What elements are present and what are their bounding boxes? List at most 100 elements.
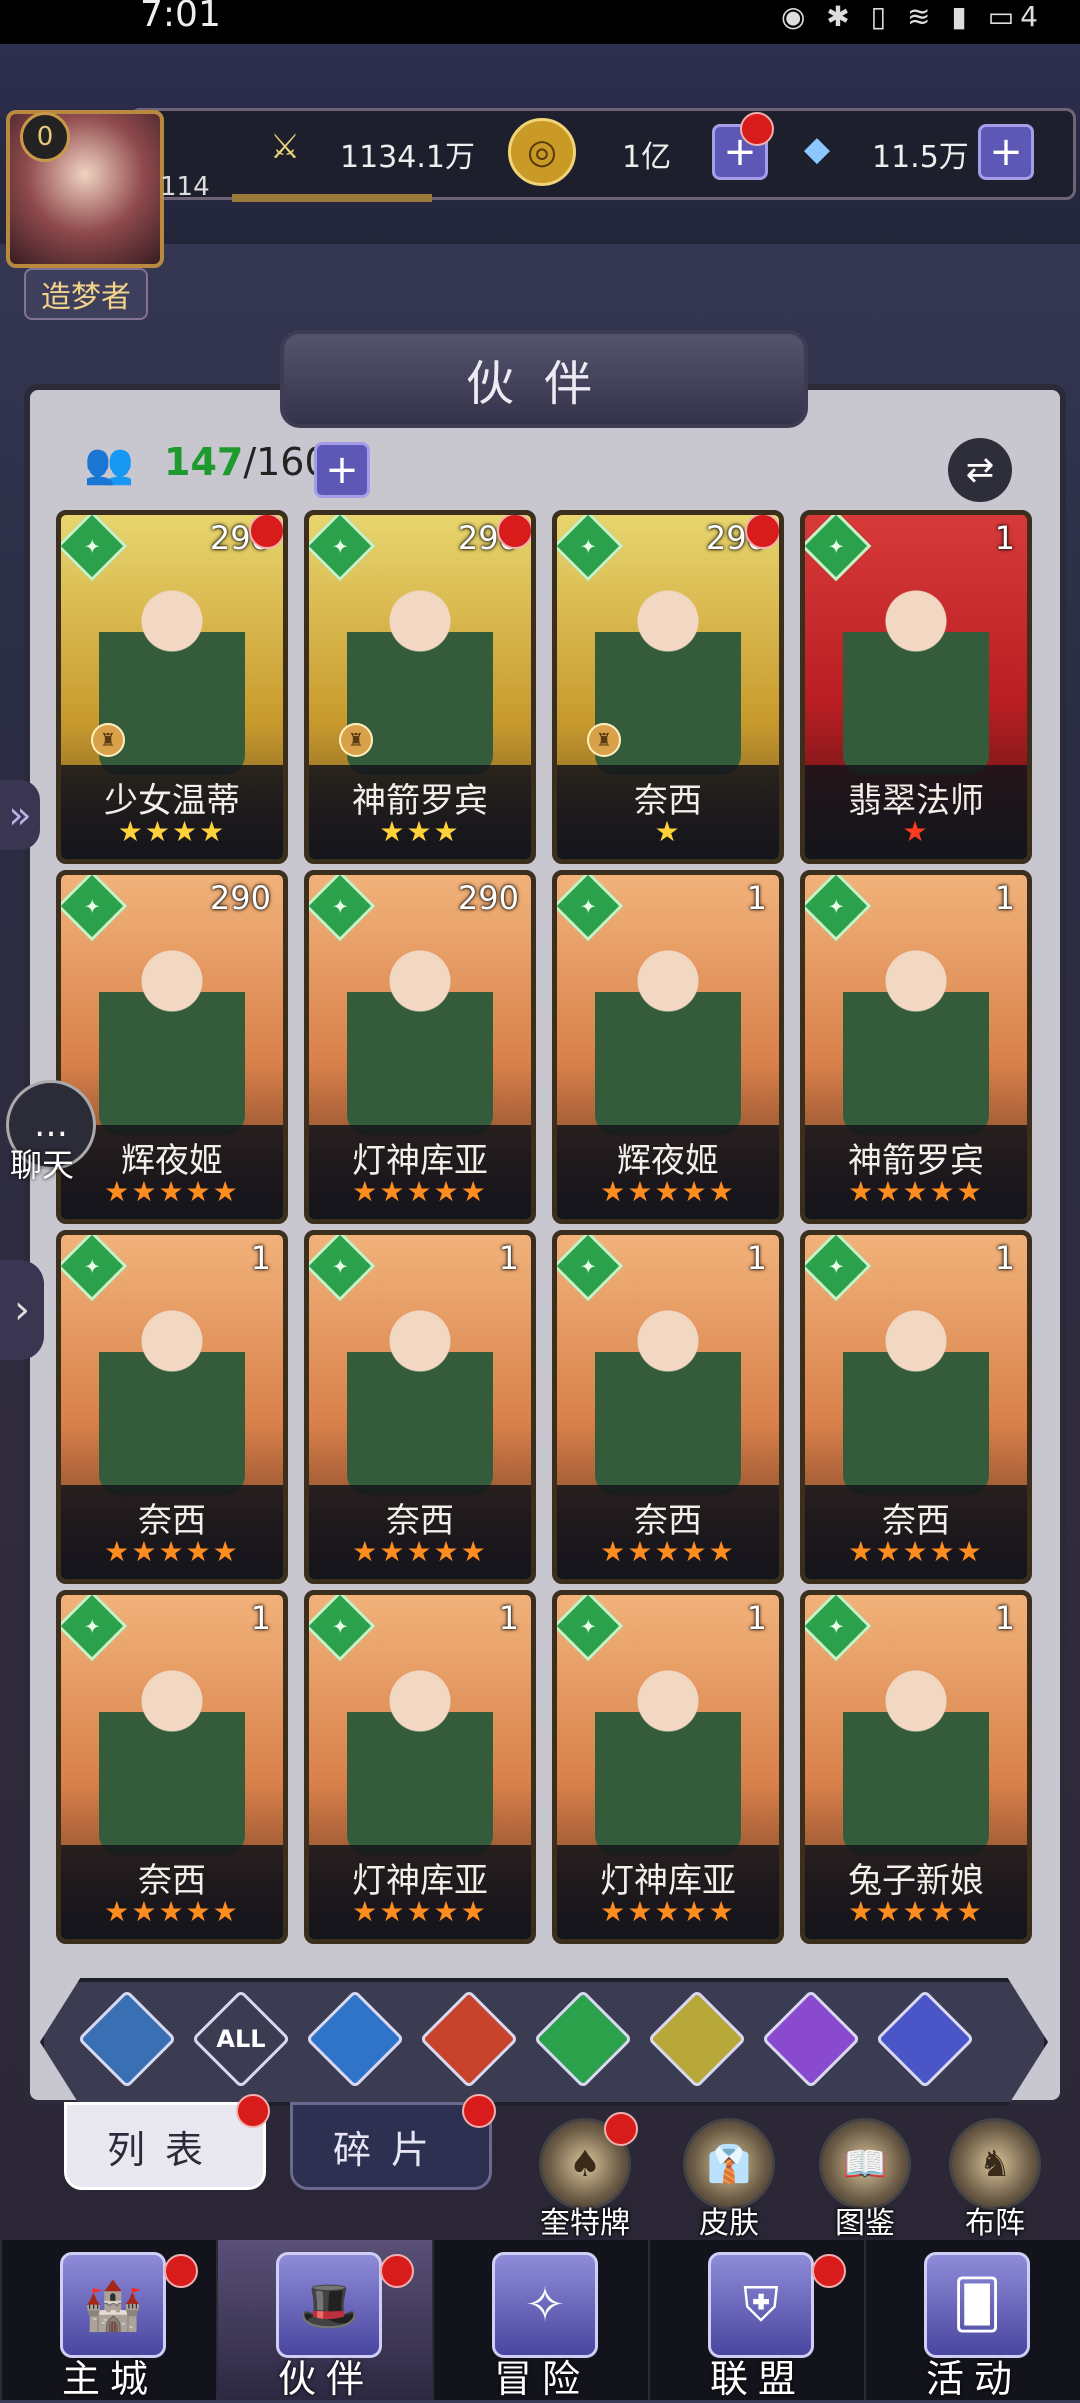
partner-portrait [347,1635,493,1855]
nav-compass[interactable]: ✧ 冒险 [432,2240,650,2401]
partner-portrait [843,1635,989,1855]
eye-icon: ◉ [780,0,812,33]
side-drawer-button[interactable]: › [0,1260,44,1360]
shortcut-formation[interactable]: ♞ 布阵 [940,2118,1050,2242]
sort-toggle-button[interactable]: ⇄ [948,438,1012,502]
partner-card[interactable]: ✦ 1 翡翠法师 ★ [800,510,1032,864]
vip-badge: 0 [20,112,70,162]
partner-portrait [99,1275,245,1495]
nav-cards[interactable]: 🂠 活动 [864,2240,1080,2401]
expand-side-button[interactable]: » [0,780,40,850]
nav-wizard-hat[interactable]: 🎩 伙伴 [216,2240,434,2401]
tab-list-red-dot [236,2094,270,2128]
star-rating: ★★★★★ [352,1895,488,1928]
shortcut-card-pack[interactable]: ♠ 奎特牌 [530,2112,640,2242]
partner-portrait [347,915,493,1135]
partner-card[interactable]: ✦ 1 辉夜姬 ★★★★★ [552,870,784,1224]
partner-level: 1 [250,1239,271,1277]
wind-element-icon: ✦ [309,875,376,942]
wind-element-icon: ✦ [61,1595,128,1662]
partner-card[interactable]: ✦ 1 奈西 ★★★★★ [552,1230,784,1584]
partner-card[interactable]: ✦ 1 奈西 ★★★★★ [56,1230,288,1584]
partner-card[interactable]: ✦ 290 ♜ 奈西 ★ [552,510,784,864]
add-diamond-button[interactable]: + [978,124,1034,180]
star-rating: ★★★★★ [848,1895,984,1928]
star-rating: ★★★★★ [600,1895,736,1928]
nav-label: 活动 [925,2357,1022,2401]
partner-card[interactable]: ✦ 1 灯神库亚 ★★★★★ [304,1590,536,1944]
partner-card[interactable]: ✦ 1 奈西 ★★★★★ [56,1590,288,1944]
star-rating: ★★★★★ [352,1535,488,1568]
partner-level: 1 [994,519,1015,557]
page-title: 伙伴 [280,330,808,428]
star-rating: ★★★★★ [600,1175,736,1208]
wind-element-icon: ✦ [61,515,128,582]
partner-card[interactable]: ✦ 290 灯神库亚 ★★★★★ [304,870,536,1224]
partner-level: 1 [746,879,767,917]
wifi-icon: ≋ [907,0,937,33]
chat-label: 聊天 [10,1146,75,1184]
partner-portrait [99,1635,245,1855]
partner-portrait [595,1635,741,1855]
collection-book-icon: 📖 [819,2118,911,2210]
nav-label: 冒险 [493,2357,590,2401]
wind-element-icon: ✦ [805,875,872,942]
shortcut-red-dot [604,2112,638,2146]
partner-level: 1 [994,1599,1015,1637]
star-rating: ★★★★★ [848,1175,984,1208]
diamond-icon: ◆ [803,129,831,169]
expand-slots-button[interactable]: + [314,442,370,498]
nav-red-dot [812,2254,846,2288]
outfit-icon: 👔 [683,2118,775,2210]
diamond-value: 11.5万 [872,140,969,175]
shortcut-label: 图鉴 [835,2206,895,2241]
partner-level: 1 [498,1239,519,1277]
filter-label: ALL [216,2025,266,2053]
partner-card[interactable]: ✦ 1 灯神库亚 ★★★★★ [552,1590,784,1944]
status-time: 7:01 [140,0,221,35]
partner-card[interactable]: ✦ 1 奈西 ★★★★★ [800,1230,1032,1584]
partner-card[interactable]: ✦ 1 奈西 ★★★★★ [304,1230,536,1584]
wind-element-icon: ✦ [557,515,624,582]
partner-card[interactable]: ✦ 1 神箭罗宾 ★★★★★ [800,870,1032,1224]
star-rating: ★ [654,815,682,848]
partner-level: 1 [746,1599,767,1637]
partner-card[interactable]: ✦ 290 ♜ 神箭罗宾 ★★★ [304,510,536,864]
shortcut-label: 皮肤 [699,2206,759,2241]
partner-portrait [595,915,741,1135]
wizard-hat-icon: 🎩 [276,2252,382,2358]
nav-label: 主城 [61,2357,158,2401]
partner-portrait [595,1275,741,1495]
star-rating: ★★★★★ [600,1535,736,1568]
vibrate-icon: ▯ [870,0,893,33]
partner-portrait [99,915,245,1135]
battery-level: 4 [1020,0,1044,33]
partner-card[interactable]: ✦ 290 辉夜姬 ★★★★★ [56,870,288,1224]
partner-level: 1 [250,1599,271,1637]
partner-card[interactable]: ✦ 290 ♜ 少女温蒂 ★★★★ [56,510,288,864]
nav-shield[interactable]: ⛨ 联盟 [648,2240,866,2401]
star-rating: ★★★ [379,815,461,848]
card-red-dot [249,515,283,549]
wind-element-icon: ✦ [309,1595,376,1662]
shortcut-label: 布阵 [965,2206,1025,2241]
star-rating: ★ [902,815,930,848]
partner-portrait [843,1275,989,1495]
star-rating: ★★★★★ [104,1895,240,1928]
star-rating: ★★★★★ [848,1535,984,1568]
nav-label: 联盟 [709,2357,806,2401]
nav-castle[interactable]: 🏰 主城 [0,2240,218,2401]
shortcut-outfit[interactable]: 👔 皮肤 [674,2118,784,2242]
partner-card[interactable]: ✦ 1 兔子新娘 ★★★★★ [800,1590,1032,1944]
battery-icon: ▭4 [987,0,1044,33]
nav-label: 伙伴 [277,2357,374,2401]
partner-level: 1 [994,879,1015,917]
castle-icon: 🏰 [60,2252,166,2358]
partner-level: 1 [498,1599,519,1637]
bluetooth-icon: ✱ [826,0,856,33]
partner-level: 290 [209,879,271,917]
partner-portrait [347,1275,493,1495]
shortcut-collection-book[interactable]: 📖 图鉴 [810,2118,920,2242]
chat-bubble-icon: … [34,1105,68,1145]
nav-red-dot [380,2254,414,2288]
